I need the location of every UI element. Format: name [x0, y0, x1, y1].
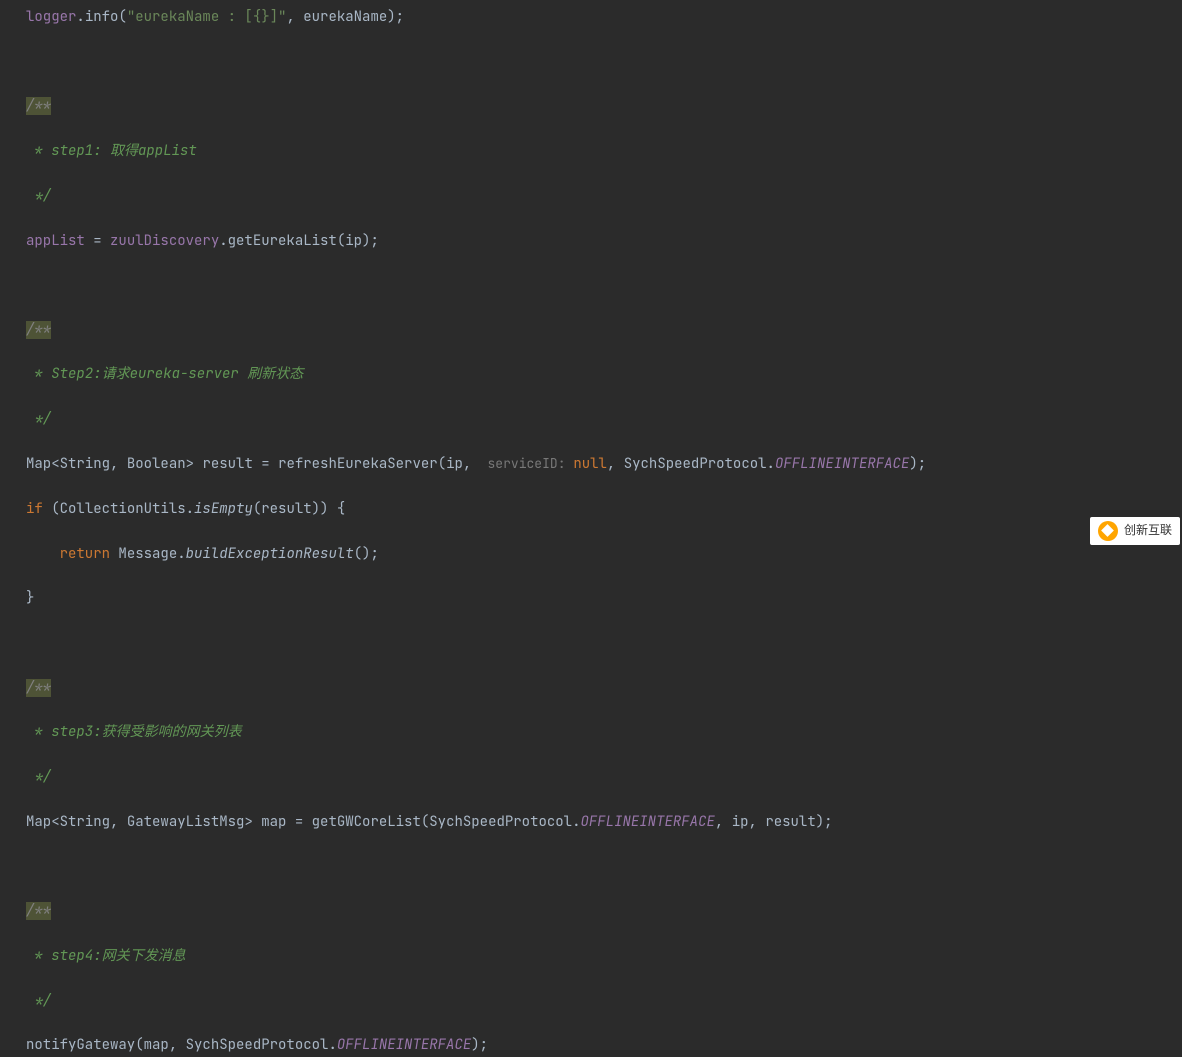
code-token: getEurekaList: [228, 232, 337, 250]
code-token: SychSpeedProtocol: [186, 1036, 329, 1054]
code-token: OFFLINEINTERFACE: [337, 1036, 471, 1054]
code-line: Map<String, Boolean> result = refreshEur…: [26, 453, 1182, 475]
code-token: OFFLINEINTERFACE: [580, 813, 714, 831]
code-token: String: [60, 813, 110, 831]
code-token: result: [261, 500, 311, 518]
watermark-icon: [1098, 521, 1118, 541]
code-token: buildExceptionResult: [186, 545, 354, 563]
code-token: SychSpeedProtocol: [624, 455, 767, 473]
code-token: ip: [446, 455, 463, 473]
comment-start: /**: [26, 97, 51, 115]
comment-body: * step3:获得受影响的网关列表: [26, 723, 242, 741]
code-line: return Message.buildExceptionResult();: [26, 543, 1182, 565]
parameter-hint: serviceID:: [480, 455, 574, 472]
comment-start: /**: [26, 321, 51, 339]
code-line: * step3:获得受影响的网关列表: [26, 721, 1182, 743]
code-line: /**: [26, 900, 1182, 922]
code-line: /**: [26, 95, 1182, 117]
code-line: [26, 856, 1182, 878]
code-line: [26, 274, 1182, 296]
comment-body: * step1: 取得appList: [26, 142, 197, 160]
code-token: eurekaName: [303, 8, 387, 26]
code-token: map: [261, 813, 286, 831]
code-line: if (CollectionUtils.isEmpty(result)) {: [26, 498, 1182, 520]
code-token: result: [202, 455, 252, 473]
code-editor[interactable]: logger.info("eurekaName : [{}]", eurekaN…: [0, 6, 1182, 1057]
code-token: getGWCoreList: [312, 813, 421, 831]
code-token: }: [26, 589, 34, 607]
code-keyword: return: [60, 545, 110, 563]
code-token: notifyGateway: [26, 1036, 135, 1054]
code-token: Map: [26, 813, 51, 831]
code-string: "eurekaName : [{}]": [127, 8, 287, 26]
watermark-badge: 创新互联: [1090, 517, 1180, 545]
code-token: isEmpty: [194, 500, 253, 518]
code-token: refreshEurekaServer: [278, 455, 438, 473]
code-token: Boolean: [127, 455, 186, 473]
code-line: */: [26, 990, 1182, 1012]
code-token: result: [765, 813, 815, 831]
code-line: }: [26, 587, 1182, 609]
code-line: [26, 632, 1182, 654]
code-line: * Step2:请求eureka-server 刷新状态: [26, 363, 1182, 385]
code-line: /**: [26, 319, 1182, 341]
code-token: logger: [26, 8, 76, 26]
code-token: zuulDiscovery: [110, 232, 219, 250]
comment-end: */: [26, 187, 51, 205]
code-line: */: [26, 185, 1182, 207]
code-token: ip: [345, 232, 362, 250]
code-token: null: [573, 455, 607, 473]
code-token: Message: [118, 545, 177, 563]
code-token: OFFLINEINTERFACE: [775, 455, 909, 473]
comment-start: /**: [26, 902, 51, 920]
code-line: Map<String, GatewayListMsg> map = getGWC…: [26, 811, 1182, 833]
code-line: [26, 51, 1182, 73]
code-token: SychSpeedProtocol: [429, 813, 572, 831]
comment-body: * Step2:请求eureka-server 刷新状态: [26, 365, 303, 383]
comment-end: */: [26, 768, 51, 786]
comment-end: */: [26, 992, 51, 1010]
code-token: Map: [26, 455, 51, 473]
code-line: */: [26, 408, 1182, 430]
code-line: notifyGateway(map, SychSpeedProtocol.OFF…: [26, 1034, 1182, 1056]
comment-start: /**: [26, 679, 51, 697]
comment-end: */: [26, 410, 51, 428]
code-token: appList: [26, 232, 85, 250]
code-keyword: if: [26, 500, 43, 518]
code-line: * step1: 取得appList: [26, 140, 1182, 162]
code-line: appList = zuulDiscovery.getEurekaList(ip…: [26, 230, 1182, 252]
code-token: info: [85, 8, 119, 26]
code-token: ip: [732, 813, 749, 831]
code-token: CollectionUtils: [60, 500, 186, 518]
code-line: logger.info("eurekaName : [{}]", eurekaN…: [26, 6, 1182, 28]
code-line: */: [26, 766, 1182, 788]
code-token: String: [60, 455, 110, 473]
code-token: GatewayListMsg: [127, 813, 245, 831]
code-line: * step4:网关下发消息: [26, 945, 1182, 967]
code-token: map: [144, 1036, 169, 1054]
watermark-text: 创新互联: [1124, 521, 1172, 540]
comment-body: * step4:网关下发消息: [26, 947, 186, 965]
code-line: /**: [26, 677, 1182, 699]
